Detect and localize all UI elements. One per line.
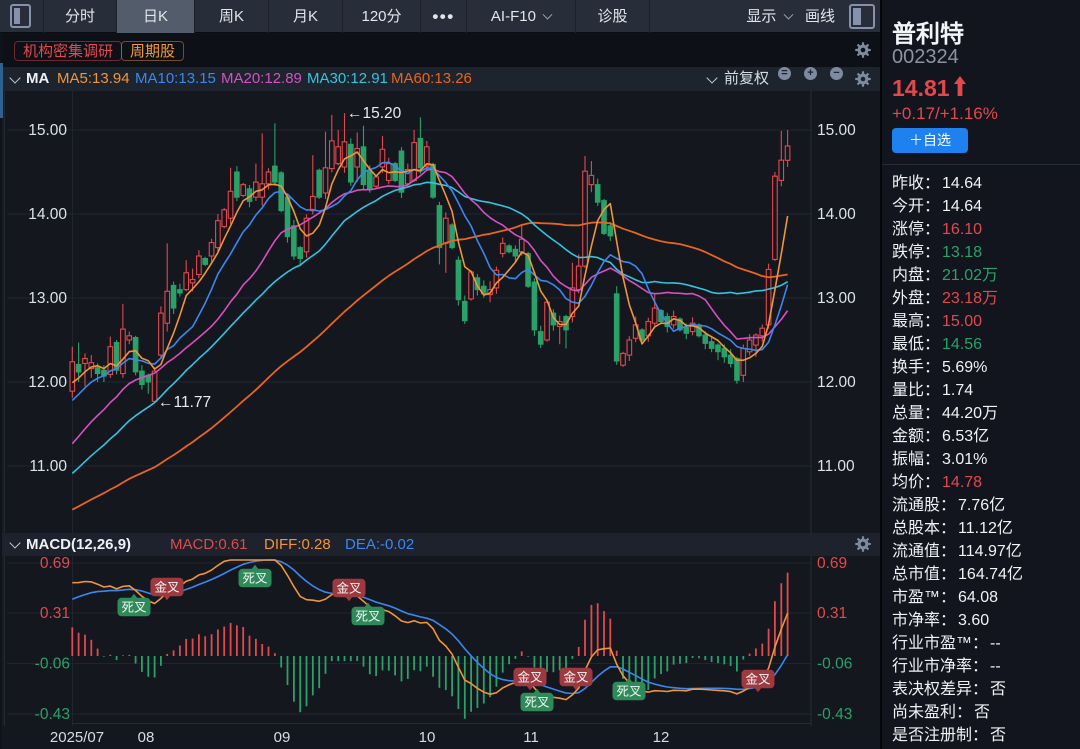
svg-text:死叉: 死叉 (616, 684, 642, 698)
svg-text:-0.43: -0.43 (35, 706, 70, 723)
svg-text:11.00: 11.00 (29, 458, 67, 475)
svg-text:-0.06: -0.06 (35, 656, 70, 673)
svg-text:11.00: 11.00 (817, 458, 855, 475)
svg-text:14.00: 14.00 (817, 206, 856, 223)
svg-text:12.00: 12.00 (28, 374, 67, 391)
svg-text:13.00: 13.00 (817, 290, 856, 307)
svg-text:金叉: 金叉 (336, 580, 362, 595)
svg-text:金叉: 金叉 (745, 671, 771, 686)
svg-text:←11.77: ←11.77 (158, 394, 211, 411)
svg-text:0.69: 0.69 (40, 556, 70, 572)
svg-text:13.00: 13.00 (28, 290, 67, 307)
svg-text:15.00: 15.00 (28, 122, 67, 139)
svg-text:金叉: 金叉 (154, 579, 180, 594)
svg-text:死叉: 死叉 (242, 571, 268, 585)
svg-text:←15.20: ←15.20 (347, 105, 402, 122)
svg-text:0.31: 0.31 (40, 605, 70, 622)
svg-text:0.31: 0.31 (817, 605, 847, 622)
svg-text:死叉: 死叉 (524, 695, 550, 709)
svg-text:死叉: 死叉 (121, 600, 147, 614)
svg-text:金叉: 金叉 (563, 669, 589, 684)
svg-text:12.00: 12.00 (817, 374, 856, 391)
svg-text:死叉: 死叉 (355, 609, 381, 623)
svg-text:金叉: 金叉 (517, 669, 543, 684)
svg-text:0.69: 0.69 (817, 556, 847, 572)
svg-text:-0.06: -0.06 (817, 656, 852, 673)
svg-text:14.00: 14.00 (28, 206, 67, 223)
svg-text:-0.43: -0.43 (817, 706, 852, 723)
svg-text:15.00: 15.00 (817, 122, 856, 139)
